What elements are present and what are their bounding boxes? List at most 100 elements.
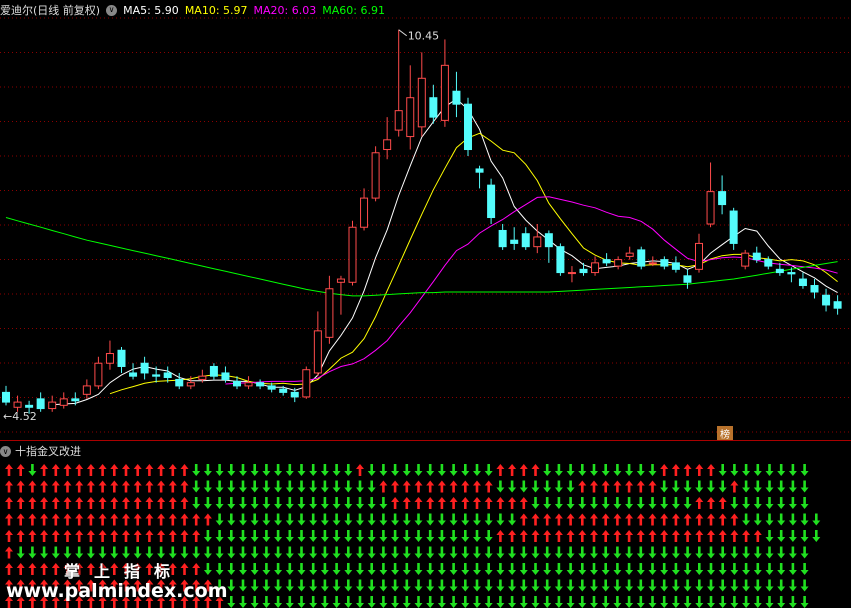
up-arrow-icon xyxy=(449,480,458,493)
down-arrow-icon xyxy=(320,480,329,493)
down-arrow-icon xyxy=(730,563,739,575)
candle-body xyxy=(198,375,207,380)
indicator-collapse-icon[interactable]: ∨ xyxy=(0,445,11,457)
up-arrow-icon xyxy=(613,480,622,493)
down-arrow-icon xyxy=(297,579,306,592)
down-arrow-icon xyxy=(496,563,505,575)
up-arrow-icon xyxy=(5,480,13,493)
down-arrow-icon xyxy=(788,513,797,526)
candle-body xyxy=(764,259,773,267)
down-arrow-icon xyxy=(75,546,84,559)
up-arrow-icon xyxy=(496,464,505,476)
down-arrow-icon xyxy=(543,464,552,476)
up-arrow-icon xyxy=(356,464,364,476)
down-arrow-icon xyxy=(356,579,364,592)
down-arrow-icon xyxy=(800,563,809,575)
candle xyxy=(671,256,680,273)
down-arrow-icon xyxy=(250,530,259,542)
candle-body xyxy=(544,233,553,248)
down-arrow-icon xyxy=(765,480,774,493)
candle-body xyxy=(579,268,588,274)
down-arrow-icon xyxy=(367,563,376,575)
candle-body xyxy=(775,268,784,274)
down-arrow-icon xyxy=(320,563,329,575)
down-arrow-icon xyxy=(566,596,575,608)
down-arrow-icon xyxy=(730,497,739,509)
down-arrow-icon xyxy=(753,480,762,493)
down-arrow-icon xyxy=(636,579,645,592)
down-arrow-icon xyxy=(309,530,318,542)
down-arrow-icon xyxy=(566,579,575,592)
down-arrow-icon xyxy=(309,464,318,476)
down-arrow-icon xyxy=(660,546,669,559)
up-arrow-icon xyxy=(28,530,37,542)
down-arrow-icon xyxy=(367,530,376,542)
down-arrow-icon xyxy=(402,579,411,592)
up-arrow-icon xyxy=(5,464,13,476)
candle xyxy=(452,71,461,118)
down-arrow-icon xyxy=(203,480,212,493)
down-arrow-icon xyxy=(531,596,540,608)
up-arrow-icon xyxy=(122,480,130,493)
up-arrow-icon xyxy=(145,530,154,542)
candle-body xyxy=(440,64,449,121)
up-arrow-icon xyxy=(590,530,598,542)
down-arrow-icon xyxy=(554,563,563,575)
down-arrow-icon xyxy=(227,464,236,476)
collapse-chevron-icon[interactable]: ∨ xyxy=(106,4,118,16)
down-arrow-icon xyxy=(262,596,271,608)
down-arrow-icon xyxy=(215,497,224,509)
up-arrow-icon xyxy=(543,530,552,542)
down-arrow-icon xyxy=(274,513,283,526)
up-arrow-icon xyxy=(98,464,107,476)
down-arrow-icon xyxy=(414,596,423,608)
down-arrow-icon xyxy=(297,546,306,559)
candle xyxy=(706,162,715,228)
up-arrow-icon xyxy=(133,513,142,526)
down-arrow-icon xyxy=(753,513,762,526)
candle xyxy=(244,376,253,390)
down-arrow-icon xyxy=(449,563,458,575)
up-arrow-icon xyxy=(683,530,692,542)
candle-body xyxy=(695,242,703,270)
down-arrow-icon xyxy=(426,579,435,592)
up-arrow-icon xyxy=(63,530,72,542)
down-arrow-icon xyxy=(730,464,739,476)
down-arrow-icon xyxy=(203,530,212,542)
candle xyxy=(348,220,357,286)
down-arrow-icon xyxy=(508,513,517,526)
candle xyxy=(464,97,472,156)
up-arrow-icon xyxy=(613,513,622,526)
down-arrow-icon xyxy=(285,464,294,476)
up-arrow-icon xyxy=(461,497,470,509)
up-arrow-icon xyxy=(402,497,411,509)
down-arrow-icon xyxy=(40,546,49,559)
down-arrow-icon xyxy=(426,596,435,608)
down-arrow-icon xyxy=(356,513,364,526)
up-arrow-icon xyxy=(157,497,166,509)
candle-body xyxy=(406,97,415,138)
down-arrow-icon xyxy=(262,530,271,542)
up-arrow-icon xyxy=(168,464,177,476)
down-arrow-icon xyxy=(531,579,540,592)
down-arrow-icon xyxy=(554,464,563,476)
rank-badge[interactable]: 榜 xyxy=(717,426,733,441)
up-arrow-icon xyxy=(414,480,423,493)
up-arrow-icon xyxy=(63,480,72,493)
down-arrow-icon xyxy=(753,563,762,575)
candle xyxy=(117,347,126,373)
down-arrow-icon xyxy=(320,513,329,526)
up-arrow-icon xyxy=(75,530,84,542)
down-arrow-icon xyxy=(320,530,329,542)
down-arrow-icon xyxy=(578,563,587,575)
down-arrow-icon xyxy=(554,596,563,608)
up-arrow-icon xyxy=(543,513,552,526)
down-arrow-icon xyxy=(590,497,598,509)
price-chart[interactable]: 10.45 ←4.52 xyxy=(0,0,851,441)
candle-body xyxy=(221,372,230,380)
down-arrow-icon xyxy=(379,546,388,559)
up-arrow-icon xyxy=(636,530,645,542)
up-arrow-icon xyxy=(40,530,49,542)
candle xyxy=(521,227,530,250)
up-arrow-icon xyxy=(98,530,107,542)
